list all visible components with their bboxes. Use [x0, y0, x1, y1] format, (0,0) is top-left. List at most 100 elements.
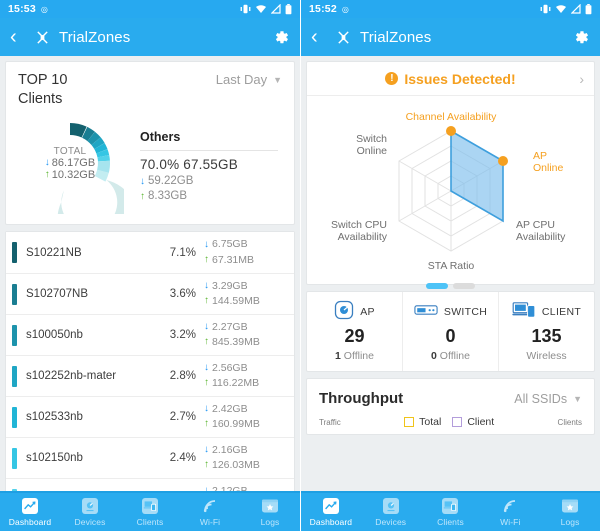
table-row[interactable]: S10221NB 7.1% ↓ 6.75GB ↑ 67.31MB — [6, 232, 294, 274]
client-list[interactable]: S10221NB 7.1% ↓ 6.75GB ↑ 67.31MB S102707NB 3.6%… — [5, 231, 295, 491]
stat-sub: 0 Offline — [431, 350, 470, 362]
battery-icon — [285, 3, 292, 14]
client-download: ↓ 6.75GB — [204, 238, 248, 251]
top10-title: TOP 10 Clients — [18, 71, 67, 108]
client-name: S102707NB — [26, 288, 89, 301]
time-range-dropdown[interactable]: Last Day ▼ — [216, 71, 282, 87]
stat-value: 135 — [531, 326, 562, 346]
dashboard-scroll-body[interactable]: ! Issues Detected! › Channel Availabilit… — [301, 56, 600, 491]
clients-icon — [141, 497, 159, 515]
dashboard-icon — [21, 497, 39, 515]
stat-card-ap[interactable]: AP 29 1 Offline — [307, 292, 402, 371]
table-row[interactable]: s102533nb 2.7% ↓ 2.42GB ↑ 160.99MB — [6, 396, 294, 438]
app-bar: ‹ TrialZones — [301, 18, 600, 56]
download-arrow-icon: ↓ — [204, 485, 209, 491]
donut-total-label: TOTAL — [53, 145, 87, 157]
warning-icon: ! — [385, 72, 399, 85]
table-row[interactable]: s102301nb2.3%↓2.12GB↑82.86MB — [6, 478, 294, 491]
logs-icon — [261, 497, 279, 515]
time-range-label: Last Day — [215, 72, 268, 87]
chevron-right-icon[interactable]: › — [579, 71, 584, 87]
client-upload: ↑ 845.39MB — [204, 336, 260, 349]
client-traffic: ↓ 3.29GB ↑ 144.59MB — [204, 279, 284, 309]
upload-arrow-icon: ↑ — [204, 336, 209, 348]
throughput-header: Throughput All SSIDs ▼ — [307, 379, 594, 407]
table-row[interactable]: s102150nb 2.4% ↓ 2.16GB ↑ 126.03MB — [6, 437, 294, 479]
table-row[interactable]: s100050nb 3.2% ↓ 2.27GB ↑ 845.39MB — [6, 314, 294, 356]
stat-card-switch[interactable]: SWITCH 0 0 Offline — [402, 292, 498, 371]
table-row[interactable]: s102252nb-mater 2.8% ↓ 2.56GB ↑ 116.22MB — [6, 355, 294, 397]
stat-label: SWITCH — [443, 306, 488, 318]
ssid-dropdown[interactable]: All SSIDs ▼ — [514, 392, 582, 406]
issues-radar-card: ! Issues Detected! › Channel Availabilit… — [306, 61, 595, 289]
client-upload: ↑ 144.59MB — [204, 295, 260, 308]
devices-icon — [382, 497, 400, 515]
upload-arrow-icon: ↑ — [44, 169, 50, 181]
vibrate-icon — [540, 4, 551, 14]
client-percent: 2.4% — [169, 452, 196, 465]
status-bar: 15:52 ◎ — [301, 0, 600, 18]
pagination-dot[interactable] — [426, 283, 448, 289]
status-icons — [540, 3, 592, 15]
nav-item-logs[interactable]: Logs — [540, 497, 600, 527]
nav-item-label: Clients — [437, 517, 464, 527]
top10-clients-card: TOP 10 Clients Last Day ▼ TOTAL ↓ 86.17G… — [5, 61, 295, 226]
table-row[interactable]: S102707NB 3.6% ↓ 3.29GB ↑ 144.59MB — [6, 273, 294, 315]
nav-item-devices[interactable]: Devices — [361, 497, 421, 527]
svg-text:STA Ratio: STA Ratio — [428, 260, 475, 272]
stat-card-client[interactable]: CLIENT 135 Wireless — [498, 292, 594, 371]
legend-swatch-client — [452, 417, 463, 427]
nav-item-label: Wi-Fi — [199, 517, 221, 527]
page-title: TrialZones — [360, 28, 432, 46]
bottom-navigation[interactable]: Dashboard Devices Clients Wi-Fi Logs — [0, 491, 300, 531]
client-percent: 3.6% — [169, 288, 196, 301]
alarm-icon: ◎ — [40, 4, 48, 14]
carousel-pagination[interactable] — [307, 282, 594, 297]
nav-item-dashboard[interactable]: Dashboard — [0, 497, 60, 527]
nav-item-label: Logs — [560, 517, 580, 527]
back-chevron-icon[interactable]: ‹ — [10, 27, 26, 47]
legend-item-total[interactable]: Total — [404, 416, 441, 428]
logs-icon — [561, 497, 579, 515]
legend-item-client[interactable]: Client — [452, 416, 494, 428]
page-title: TrialZones — [59, 28, 131, 46]
dashboard-scroll-body[interactable]: TOP 10 Clients Last Day ▼ TOTAL ↓ 86.17G… — [0, 56, 300, 491]
nav-item-logs[interactable]: Logs — [240, 497, 300, 527]
client-color-swatch — [12, 365, 17, 387]
gear-icon[interactable] — [573, 29, 590, 46]
switch-icon — [414, 303, 438, 322]
gear-icon[interactable] — [273, 29, 290, 46]
client-percent: 7.1% — [169, 246, 196, 259]
download-arrow-icon: ↓ — [204, 444, 209, 456]
bottom-navigation[interactable]: Dashboard Devices Clients Wi-Fi Logs — [301, 491, 600, 531]
issues-header[interactable]: ! Issues Detected! › — [307, 62, 594, 96]
clients-icon — [441, 497, 459, 515]
nav-item-wi-fi[interactable]: Wi-Fi — [480, 497, 540, 527]
client-upload: ↑ 126.03MB — [204, 459, 260, 472]
nav-item-clients[interactable]: Clients — [120, 497, 180, 527]
nav-item-wi-fi[interactable]: Wi-Fi — [180, 497, 240, 527]
chevron-down-icon: ▼ — [573, 393, 582, 404]
donut-chart: TOTAL ↓ 86.17GB ↑ 10.32GB — [16, 112, 124, 215]
nav-item-devices[interactable]: Devices — [60, 497, 120, 527]
others-download-value: 59.22GB — [148, 175, 194, 188]
client-download: ↓ 2.56GB — [204, 361, 248, 374]
client-traffic: ↓ 2.16GB ↑ 126.03MB — [204, 443, 284, 473]
pagination-dot[interactable] — [453, 283, 475, 289]
nav-item-clients[interactable]: Clients — [421, 497, 481, 527]
client-traffic: ↓ 2.27GB ↑ 845.39MB — [204, 320, 284, 350]
nav-item-dashboard[interactable]: Dashboard — [301, 497, 361, 527]
svg-text:Availability: Availability — [516, 231, 566, 243]
nav-item-label: Dashboard — [309, 517, 353, 527]
throughput-legend: Traffic Total Client Clients — [307, 407, 594, 434]
client-name: s102150nb — [26, 452, 83, 465]
others-summary: Others 70.0% 67.55GB ↓ 59.22GB ↑ 8.33GB — [124, 112, 284, 214]
status-time: 15:53 — [8, 3, 36, 15]
svg-text:Online: Online — [357, 145, 388, 157]
back-chevron-icon[interactable]: ‹ — [311, 27, 327, 47]
client-traffic: ↓ 2.42GB ↑ 160.99MB — [204, 402, 284, 432]
wifi-icon — [556, 5, 566, 13]
client-icon — [512, 301, 536, 324]
donut-upload-total: ↑ 10.32GB — [45, 169, 95, 181]
donut-download-value: 86.17GB — [51, 156, 96, 169]
